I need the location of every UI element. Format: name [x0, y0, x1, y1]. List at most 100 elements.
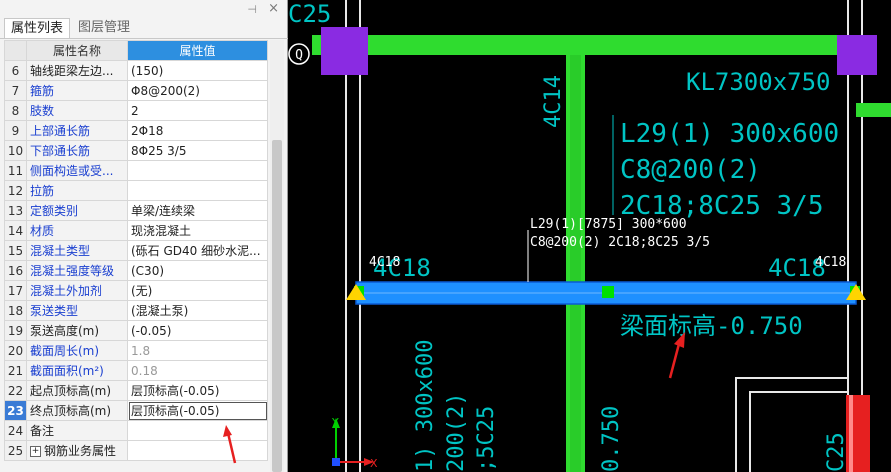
- row-number[interactable]: 18: [4, 300, 27, 321]
- row-number[interactable]: 7: [4, 80, 27, 101]
- row-number[interactable]: 25: [4, 440, 27, 461]
- panel-titlebar: ⊣ ×: [0, 0, 287, 18]
- property-row[interactable]: 10 下部通长筋 8Φ25 3/5: [4, 140, 268, 161]
- pin-icon[interactable]: ⊣: [247, 3, 257, 16]
- green-top-beam: [312, 35, 856, 55]
- panel-scrollbar[interactable]: [270, 40, 284, 472]
- property-row[interactable]: 11 侧面构造或受...: [4, 160, 268, 181]
- green-right-stub: [856, 103, 891, 117]
- property-name: 上部通长筋: [26, 120, 128, 141]
- row-number[interactable]: 11: [4, 160, 27, 181]
- property-row[interactable]: 6 轴线距梁左边... (150): [4, 60, 268, 81]
- beam-midpoint-grip: [602, 286, 614, 298]
- property-name: 泵送高度(m): [26, 320, 128, 341]
- property-value[interactable]: 2: [127, 100, 268, 121]
- property-name: 侧面构造或受...: [26, 160, 128, 181]
- property-row[interactable]: 23 终点顶标高(m) 层顶标高(-0.05): [4, 400, 268, 421]
- panel-tabs: 属性列表 图层管理: [0, 18, 288, 39]
- property-row[interactable]: 21 截面面积(m²) 0.18: [4, 360, 268, 381]
- property-name: 截面周长(m): [26, 340, 128, 361]
- tip-4c18-left: 4C18: [369, 255, 400, 270]
- row-number[interactable]: 9: [4, 120, 27, 141]
- property-value[interactable]: 层顶标高(-0.05): [127, 380, 268, 401]
- property-value[interactable]: [127, 160, 268, 181]
- row-number[interactable]: 21: [4, 360, 27, 381]
- property-row[interactable]: 19 泵送高度(m) (-0.05): [4, 320, 268, 341]
- property-value[interactable]: 单梁/连续梁: [127, 200, 268, 221]
- close-icon[interactable]: ×: [268, 1, 279, 16]
- expand-icon[interactable]: +: [30, 446, 41, 457]
- property-value[interactable]: 0.18: [127, 360, 268, 381]
- property-row[interactable]: 18 泵送类型 (混凝土泵): [4, 300, 268, 321]
- property-name: 截面面积(m²): [26, 360, 128, 381]
- property-name: + 钢筋业务属性: [26, 440, 128, 461]
- row-number[interactable]: 6: [4, 60, 27, 81]
- property-value[interactable]: 8Φ25 3/5: [127, 140, 268, 161]
- property-panel: ⊣ × 属性列表 图层管理 属性名称 属性值 6 轴线距梁左边... (150) 7 箍…: [0, 0, 288, 472]
- property-name: 备注: [26, 420, 128, 441]
- property-row[interactable]: 7 箍筋 Φ8@200(2): [4, 80, 268, 101]
- ucs-x-label: X: [370, 457, 378, 470]
- property-value[interactable]: (无): [127, 280, 268, 301]
- property-value[interactable]: 现浇混凝土: [127, 220, 268, 241]
- header-name[interactable]: 属性名称: [26, 40, 128, 61]
- property-row[interactable]: 12 拉筋: [4, 180, 268, 201]
- property-value[interactable]: (C30): [127, 260, 268, 281]
- property-name: 泵送类型: [26, 300, 128, 321]
- row-number[interactable]: 20: [4, 340, 27, 361]
- scrollbar-thumb[interactable]: [272, 140, 282, 472]
- property-row[interactable]: 22 起点顶标高(m) 层顶标高(-0.05): [4, 380, 268, 401]
- property-name: 终点顶标高(m): [26, 400, 128, 421]
- property-value[interactable]: 1.8: [127, 340, 268, 361]
- property-value[interactable]: [127, 180, 268, 201]
- axis-bubble-label: Q: [295, 48, 303, 63]
- tip-line1: L29(1)[7875] 300*600: [530, 217, 687, 232]
- row-number[interactable]: 16: [4, 260, 27, 281]
- property-value[interactable]: 层顶标高(-0.05): [127, 400, 268, 421]
- property-name: 混凝土外加剂: [26, 280, 128, 301]
- property-name: 箍筋: [26, 80, 128, 101]
- row-number[interactable]: 19: [4, 320, 27, 341]
- row-number[interactable]: 23: [4, 400, 27, 421]
- property-row[interactable]: 15 混凝土类型 (砾石 GD40 细砂水泥...: [4, 240, 268, 261]
- row-number[interactable]: 22: [4, 380, 27, 401]
- cad-vtext-4: 0.750: [599, 406, 624, 472]
- cad-label-l29-line2: C8@200(2): [620, 155, 761, 185]
- ucs-icon: Y X: [331, 416, 378, 470]
- header-value[interactable]: 属性值: [127, 40, 268, 61]
- property-value[interactable]: (砾石 GD40 细砂水泥...: [127, 240, 268, 261]
- property-row[interactable]: 9 上部通长筋 2Φ18: [4, 120, 268, 141]
- property-name: 轴线距梁左边...: [26, 60, 128, 81]
- cad-label-elevation: 梁面标高-0.750: [620, 312, 803, 340]
- property-row[interactable]: 20 截面周长(m) 1.8: [4, 340, 268, 361]
- row-number[interactable]: 12: [4, 180, 27, 201]
- tab-layer-manager[interactable]: 图层管理: [72, 18, 136, 38]
- property-row[interactable]: 8 肢数 2: [4, 100, 268, 121]
- row-number[interactable]: 24: [4, 420, 27, 441]
- property-name: 混凝土强度等级: [26, 260, 128, 281]
- row-number[interactable]: 15: [4, 240, 27, 261]
- ucs-y-label: Y: [331, 416, 339, 429]
- property-value[interactable]: (-0.05): [127, 320, 268, 341]
- cad-label-l29-line1: L29(1) 300x600: [620, 119, 839, 149]
- cad-canvas[interactable]: Q C25 4C14 KL7300x750 L29(1) 300x600 C8@…: [288, 0, 891, 472]
- property-name: 下部通长筋: [26, 140, 128, 161]
- property-value[interactable]: 2Φ18: [127, 120, 268, 141]
- property-row[interactable]: 14 材质 现浇混凝土: [4, 220, 268, 241]
- property-name: 混凝土类型: [26, 240, 128, 261]
- property-row[interactable]: 13 定额类别 单梁/连续梁: [4, 200, 268, 221]
- row-number[interactable]: 10: [4, 140, 27, 161]
- property-value[interactable]: Φ8@200(2): [127, 80, 268, 101]
- row-number[interactable]: 14: [4, 220, 27, 241]
- tab-property-list[interactable]: 属性列表: [4, 18, 70, 38]
- property-value[interactable]: (150): [127, 60, 268, 81]
- row-number[interactable]: 17: [4, 280, 27, 301]
- property-name-text: 钢筋业务属性: [44, 444, 117, 458]
- row-number[interactable]: 8: [4, 100, 27, 121]
- cad-label-kl: KL7300x750: [686, 68, 831, 96]
- property-row[interactable]: 16 混凝土强度等级 (C30): [4, 260, 268, 281]
- property-name: 拉筋: [26, 180, 128, 201]
- property-value[interactable]: (混凝土泵): [127, 300, 268, 321]
- property-row[interactable]: 17 混凝土外加剂 (无): [4, 280, 268, 301]
- row-number[interactable]: 13: [4, 200, 27, 221]
